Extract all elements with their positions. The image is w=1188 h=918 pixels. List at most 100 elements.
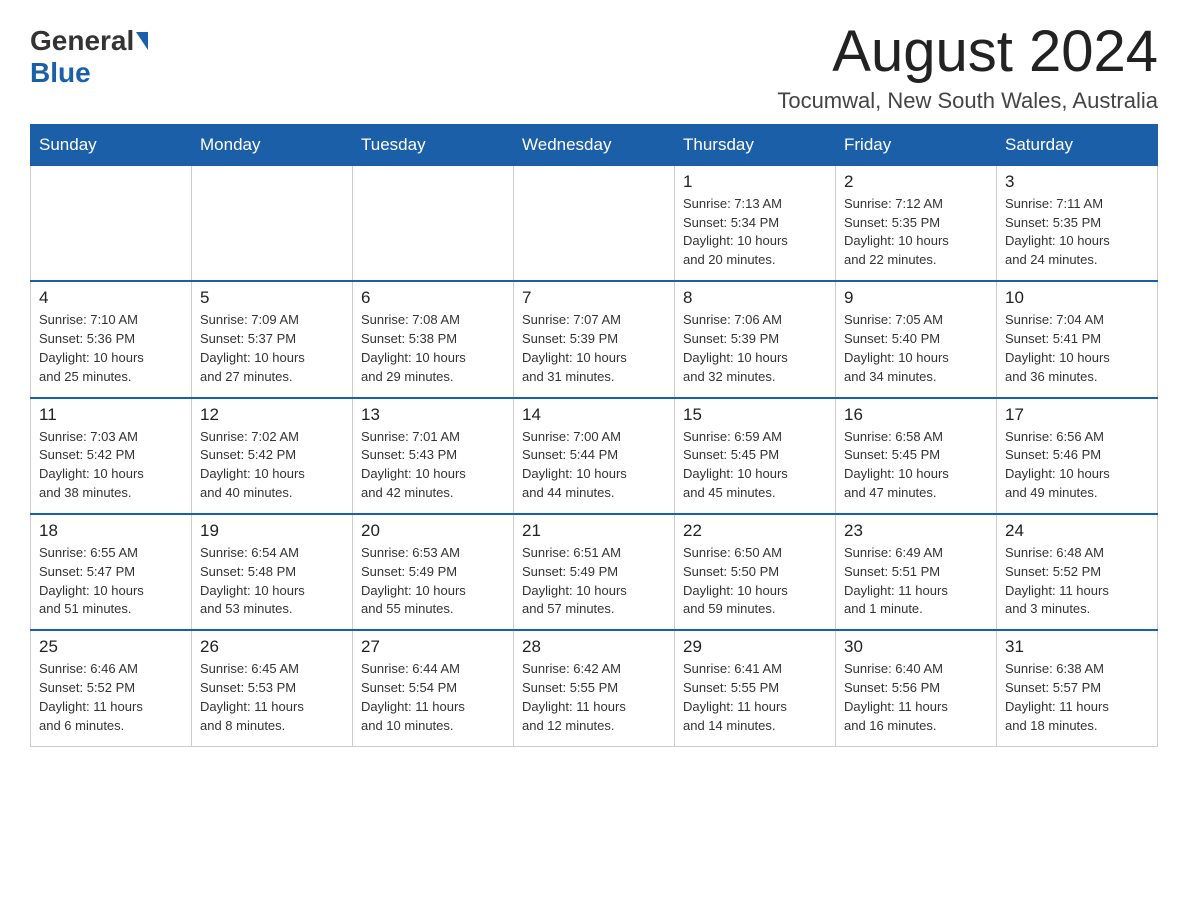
day-number: 20	[361, 521, 505, 541]
calendar-cell: 10Sunrise: 7:04 AM Sunset: 5:41 PM Dayli…	[997, 281, 1158, 397]
day-info: Sunrise: 7:12 AM Sunset: 5:35 PM Dayligh…	[844, 195, 988, 270]
calendar-cell	[31, 165, 192, 281]
location: Tocumwal, New South Wales, Australia	[777, 88, 1158, 114]
logo-blue-text: Blue	[30, 57, 91, 89]
calendar-week-row: 4 Sunrise: 7:10 AM Sunset: 5:36 PM Daylig…	[31, 281, 1158, 397]
calendar-cell	[353, 165, 514, 281]
calendar-cell: 29 Sunrise: 6:41 AM Sunset: 5:55 PM Dayli…	[675, 630, 836, 746]
day-number: 5	[200, 288, 344, 308]
day-info: Sunrise: 7:05 AM Sunset: 5:40 PM Dayligh…	[844, 311, 988, 386]
calendar-header-tuesday: Tuesday	[353, 124, 514, 165]
calendar-cell: 8 Sunrise: 7:06 AM Sunset: 5:39 PM Daylig…	[675, 281, 836, 397]
day-info: Sunrise: 6:54 AM Sunset: 5:48 PM Dayligh…	[200, 544, 344, 619]
day-info: Sunrise: 6:48 AM Sunset: 5:52 PM Dayligh…	[1005, 544, 1149, 619]
page-header: General Blue August 2024 Tocumwal, New S…	[30, 20, 1158, 114]
day-number: 17	[1005, 405, 1149, 425]
calendar-cell: 21 Sunrise: 6:51 AM Sunset: 5:49 PM Dayli…	[514, 514, 675, 630]
day-number: 30	[844, 637, 988, 657]
logo-arrow-icon	[136, 32, 148, 50]
calendar-cell: 14 Sunrise: 7:00 AM Sunset: 5:44 PM Dayli…	[514, 398, 675, 514]
day-number: 14	[522, 405, 666, 425]
calendar-cell: 15Sunrise: 6:59 AM Sunset: 5:45 PM Dayli…	[675, 398, 836, 514]
day-info: Sunrise: 6:40 AM Sunset: 5:56 PM Dayligh…	[844, 660, 988, 735]
day-info: Sunrise: 7:08 AM Sunset: 5:38 PM Dayligh…	[361, 311, 505, 386]
day-info: Sunrise: 7:00 AM Sunset: 5:44 PM Dayligh…	[522, 428, 666, 503]
day-number: 31	[1005, 637, 1149, 657]
day-info: Sunrise: 6:42 AM Sunset: 5:55 PM Dayligh…	[522, 660, 666, 735]
calendar-cell: 26 Sunrise: 6:45 AM Sunset: 5:53 PM Dayli…	[192, 630, 353, 746]
calendar-cell: 30 Sunrise: 6:40 AM Sunset: 5:56 PM Dayli…	[836, 630, 997, 746]
calendar-cell: 11Sunrise: 7:03 AM Sunset: 5:42 PM Dayli…	[31, 398, 192, 514]
calendar-week-row: 18 Sunrise: 6:55 AM Sunset: 5:47 PM Dayli…	[31, 514, 1158, 630]
day-info: Sunrise: 6:45 AM Sunset: 5:53 PM Dayligh…	[200, 660, 344, 735]
day-number: 4	[39, 288, 183, 308]
calendar-cell: 19 Sunrise: 6:54 AM Sunset: 5:48 PM Dayli…	[192, 514, 353, 630]
day-info: Sunrise: 6:56 AM Sunset: 5:46 PM Dayligh…	[1005, 428, 1149, 503]
day-number: 1	[683, 172, 827, 192]
calendar-cell: 31 Sunrise: 6:38 AM Sunset: 5:57 PM Dayli…	[997, 630, 1158, 746]
calendar-header-saturday: Saturday	[997, 124, 1158, 165]
day-info: Sunrise: 6:53 AM Sunset: 5:49 PM Dayligh…	[361, 544, 505, 619]
calendar-cell: 22 Sunrise: 6:50 AM Sunset: 5:50 PM Dayli…	[675, 514, 836, 630]
day-number: 12	[200, 405, 344, 425]
day-number: 2	[844, 172, 988, 192]
calendar-header-wednesday: Wednesday	[514, 124, 675, 165]
day-info: Sunrise: 7:01 AM Sunset: 5:43 PM Dayligh…	[361, 428, 505, 503]
day-number: 18	[39, 521, 183, 541]
calendar-cell: 7 Sunrise: 7:07 AM Sunset: 5:39 PM Daylig…	[514, 281, 675, 397]
day-info: Sunrise: 6:38 AM Sunset: 5:57 PM Dayligh…	[1005, 660, 1149, 735]
day-number: 13	[361, 405, 505, 425]
day-info: Sunrise: 7:02 AM Sunset: 5:42 PM Dayligh…	[200, 428, 344, 503]
day-info: Sunrise: 6:49 AM Sunset: 5:51 PM Dayligh…	[844, 544, 988, 619]
day-number: 26	[200, 637, 344, 657]
day-info: Sunrise: 6:46 AM Sunset: 5:52 PM Dayligh…	[39, 660, 183, 735]
day-number: 8	[683, 288, 827, 308]
calendar-cell: 16Sunrise: 6:58 AM Sunset: 5:45 PM Dayli…	[836, 398, 997, 514]
calendar-cell: 24 Sunrise: 6:48 AM Sunset: 5:52 PM Dayli…	[997, 514, 1158, 630]
day-number: 11	[39, 405, 183, 425]
day-number: 22	[683, 521, 827, 541]
calendar-cell: 25 Sunrise: 6:46 AM Sunset: 5:52 PM Dayli…	[31, 630, 192, 746]
calendar-cell: 2 Sunrise: 7:12 AM Sunset: 5:35 PM Daylig…	[836, 165, 997, 281]
month-title: August 2024	[777, 20, 1158, 84]
calendar-cell	[514, 165, 675, 281]
calendar-cell: 28 Sunrise: 6:42 AM Sunset: 5:55 PM Dayli…	[514, 630, 675, 746]
calendar-cell: 12 Sunrise: 7:02 AM Sunset: 5:42 PM Dayli…	[192, 398, 353, 514]
calendar-cell: 3Sunrise: 7:11 AM Sunset: 5:35 PM Daylig…	[997, 165, 1158, 281]
day-number: 10	[1005, 288, 1149, 308]
day-number: 7	[522, 288, 666, 308]
calendar-cell: 1Sunrise: 7:13 AM Sunset: 5:34 PM Daylig…	[675, 165, 836, 281]
day-number: 27	[361, 637, 505, 657]
day-number: 24	[1005, 521, 1149, 541]
day-info: Sunrise: 6:41 AM Sunset: 5:55 PM Dayligh…	[683, 660, 827, 735]
day-number: 25	[39, 637, 183, 657]
calendar-header-thursday: Thursday	[675, 124, 836, 165]
day-info: Sunrise: 6:50 AM Sunset: 5:50 PM Dayligh…	[683, 544, 827, 619]
day-info: Sunrise: 6:55 AM Sunset: 5:47 PM Dayligh…	[39, 544, 183, 619]
calendar-cell: 4 Sunrise: 7:10 AM Sunset: 5:36 PM Daylig…	[31, 281, 192, 397]
day-number: 6	[361, 288, 505, 308]
day-info: Sunrise: 7:09 AM Sunset: 5:37 PM Dayligh…	[200, 311, 344, 386]
day-info: Sunrise: 7:07 AM Sunset: 5:39 PM Dayligh…	[522, 311, 666, 386]
day-number: 21	[522, 521, 666, 541]
calendar-header-row: SundayMondayTuesdayWednesdayThursdayFrid…	[31, 124, 1158, 165]
day-number: 16	[844, 405, 988, 425]
calendar-cell	[192, 165, 353, 281]
calendar-week-row: 11Sunrise: 7:03 AM Sunset: 5:42 PM Dayli…	[31, 398, 1158, 514]
day-info: Sunrise: 7:06 AM Sunset: 5:39 PM Dayligh…	[683, 311, 827, 386]
calendar-cell: 17 Sunrise: 6:56 AM Sunset: 5:46 PM Dayli…	[997, 398, 1158, 514]
day-number: 29	[683, 637, 827, 657]
day-number: 19	[200, 521, 344, 541]
day-number: 9	[844, 288, 988, 308]
day-info: Sunrise: 6:44 AM Sunset: 5:54 PM Dayligh…	[361, 660, 505, 735]
day-number: 28	[522, 637, 666, 657]
day-number: 3	[1005, 172, 1149, 192]
calendar-cell: 18 Sunrise: 6:55 AM Sunset: 5:47 PM Dayli…	[31, 514, 192, 630]
calendar-cell: 9 Sunrise: 7:05 AM Sunset: 5:40 PM Daylig…	[836, 281, 997, 397]
day-info: Sunrise: 6:51 AM Sunset: 5:49 PM Dayligh…	[522, 544, 666, 619]
day-info: Sunrise: 7:10 AM Sunset: 5:36 PM Dayligh…	[39, 311, 183, 386]
calendar-cell: 13 Sunrise: 7:01 AM Sunset: 5:43 PM Dayli…	[353, 398, 514, 514]
calendar-cell: 27 Sunrise: 6:44 AM Sunset: 5:54 PM Dayli…	[353, 630, 514, 746]
logo-general-text: General	[30, 25, 134, 57]
logo: General Blue	[30, 20, 150, 89]
